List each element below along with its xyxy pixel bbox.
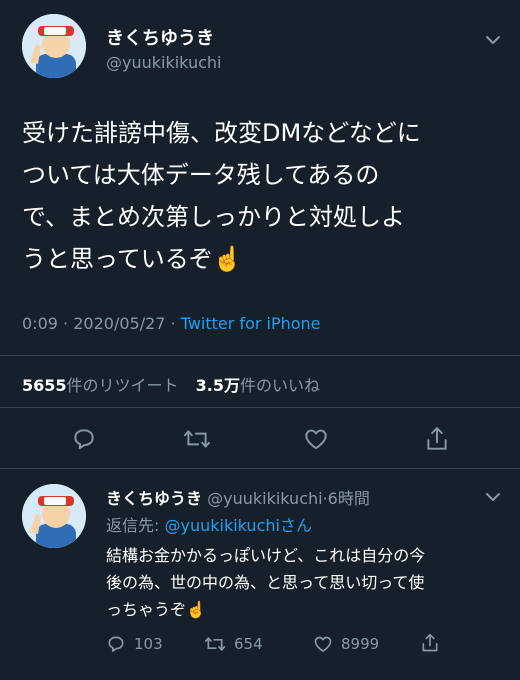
share-icon[interactable] [424,425,450,453]
reply-tweet-line: 結構お金かかるっぽいけど、これは自分の今 [106,546,426,565]
reply-action-retweet[interactable]: 654 [204,634,263,654]
reply-icon[interactable] [71,426,97,452]
replying-to-suffix: さん [279,516,312,535]
meta-separator: · [170,314,176,333]
divider [0,407,520,408]
divider [0,468,520,469]
replying-to: 返信先: @yuukikikuchiさん [106,512,312,536]
reply-time-ago[interactable]: 6時間 [328,489,370,508]
retweets-label: 件のリツイート [66,376,179,395]
tweet-time: 0:09 [22,314,58,333]
replying-to-label: 返信先: [106,516,165,535]
retweet-icon [204,634,226,654]
divider [0,355,520,356]
main-handle[interactable]: @yuukikikuchi [106,53,221,72]
replying-to-handle-link[interactable]: @yuukikikuchi [164,516,279,535]
likes-stat[interactable]: 3.5万件のいいね [196,376,320,395]
retweet-count: 654 [234,635,263,653]
tweet-date: 2020/05/27 [73,314,166,333]
meta-separator: · [63,314,69,333]
like-icon [313,634,333,654]
like-icon[interactable] [303,426,329,452]
reply-tweet-text: 結構お金かかるっぽいけど、これは自分の今 後の為、世の中の為、と思って思い切って… [106,542,516,623]
reply-count: 103 [134,635,163,653]
like-count: 8999 [341,635,380,653]
share-icon[interactable] [420,632,440,654]
reply-tweet-line: っちゃうぞ☝️ [106,600,206,619]
reply-handle[interactable]: @yuukikikuchi [207,489,322,508]
tweet-meta: 0:09 · 2020/05/27 · Twitter for iPhone [22,314,321,333]
main-tweet-line: うと思っているぞ☝️ [22,245,243,273]
main-tweet-line: ついては大体データ残してあるの [22,161,380,189]
likes-label: 件のいいね [240,376,321,395]
tweet-source-link[interactable]: Twitter for iPhone [181,314,321,333]
main-tweet-line: 受けた誹謗中傷、改変DMなどなどに [22,119,421,147]
chevron-down-icon[interactable] [484,31,502,49]
main-display-name[interactable]: きくちゆうき [106,24,214,50]
likes-count: 3.5万 [195,376,240,395]
retweets-stat[interactable]: 5655件のリツイート [22,376,184,395]
main-avatar[interactable] [22,14,86,78]
reply-action-like[interactable]: 8999 [313,634,379,654]
reply-action-reply[interactable]: 103 [106,634,163,654]
reply-display-name[interactable]: きくちゆうき [106,489,202,508]
reply-tweet-line: 後の為、世の中の為、と思って思い切って使 [106,573,425,592]
main-tweet-line: で、まとめ次第しっかりと対処しよ [22,203,406,231]
reply-icon [106,634,126,654]
chevron-down-icon[interactable] [484,488,502,506]
reply-avatar[interactable] [22,484,86,548]
reply-header: きくちゆうき @yuukikikuchi·6時間 [106,485,370,509]
retweets-count: 5655 [22,376,67,395]
tweet-stats: 5655件のリツイート 3.5万件のいいね [22,372,320,396]
main-tweet-text: 受けた誹謗中傷、改変DMなどなどに ついては大体データ残してあるの で、まとめ次… [22,112,512,280]
retweet-icon[interactable] [183,426,211,452]
